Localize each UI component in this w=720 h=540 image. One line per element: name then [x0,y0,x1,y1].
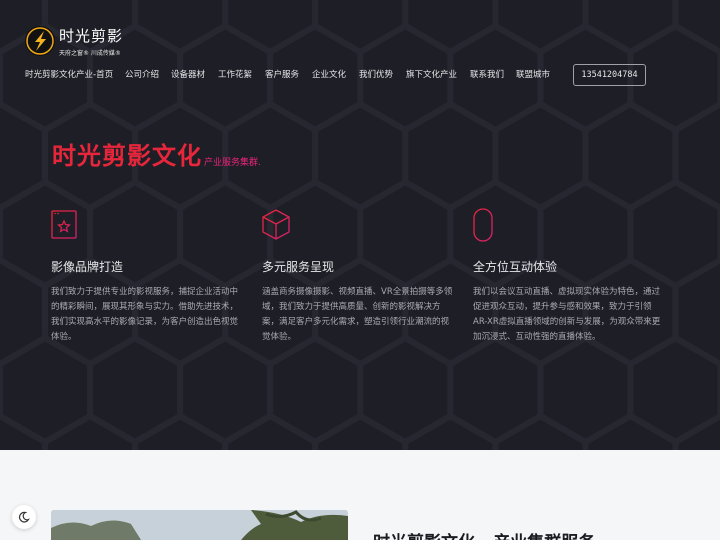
nav-item-industries[interactable]: 旗下文化产业 [406,68,457,82]
site-header: 时光剪影 天府之窗® 川成传媒® 时光剪影文化产业-首页 公司介绍 设备器材 工… [0,0,720,100]
nav-item-home[interactable]: 时光剪影文化产业-首页 [25,68,113,82]
theme-toggle-button[interactable] [12,505,36,529]
feature-interaction: 全方位互动体验 我们以会议互动直播、虚拟现实体验为特色，通过促进观众互动，提升参… [473,208,663,342]
featured-photo [51,510,348,540]
feature-services: 多元服务呈现 涵盖商务摄像摄影、视频直播、VR全景拍摄等多领域，我们致力于提供高… [262,208,452,342]
feature-desc: 我们以会议互动直播、虚拟现实体验为特色，通过促进观众互动，提升参与感和效果，致力… [473,287,661,342]
cube-icon [262,209,290,240]
moon-icon [18,511,30,523]
nav-item-services[interactable]: 客户服务 [265,68,299,82]
brand-title: 时光剪影 [59,27,124,45]
nav-item-behind-scenes[interactable]: 工作花絮 [218,68,252,82]
feature-title: 多元服务呈现 [262,260,335,274]
nav-item-contact[interactable]: 联系我们 [470,68,504,82]
headline-sub: 产业服务集群. [204,158,261,168]
nav-item-cities[interactable]: 联盟城市 [516,68,550,82]
hero-headline: 时光剪影文化 产业服务集群. [52,136,261,171]
feature-desc: 涵盖商务摄像摄影、视频直播、VR全景拍摄等多领域，我们致力于提供高质量、创新的影… [262,287,453,342]
brand-subtitle: 天府之窗® 川成传媒® [59,50,121,57]
tree-photo-image [51,510,348,540]
feature-brand: 影像品牌打造 我们致力于提供专业的影视服务，捕捉企业活动中的精彩瞬间，展现其形象… [51,208,241,342]
feature-title: 全方位互动体验 [473,260,558,274]
nav-item-advantages[interactable]: 我们优势 [359,68,393,82]
phone-button[interactable]: 13541204784 [573,64,646,86]
nav-item-equipment[interactable]: 设备器材 [171,68,205,82]
brand-logo[interactable]: 时光剪影 天府之窗® 川成传媒® [24,24,144,60]
feature-title: 影像品牌打造 [51,260,124,274]
nav-item-about[interactable]: 公司介绍 [125,68,159,82]
star-window-icon [51,210,77,239]
headline-main: 时光剪影文化 [52,142,202,170]
hero-section: 时光剪影 天府之窗® 川成传媒® 时光剪影文化产业-首页 公司介绍 设备器材 工… [0,0,720,450]
feature-desc: 我们致力于提供专业的影视服务，捕捉企业活动中的精彩瞬间，展现其形象与实力。借助先… [51,287,239,342]
mouse-icon [473,208,493,242]
logo-icon [25,26,55,56]
lower-section-title: 时光剪影文化 · 产业集群服务 [373,528,595,540]
nav-item-culture[interactable]: 企业文化 [312,68,346,82]
